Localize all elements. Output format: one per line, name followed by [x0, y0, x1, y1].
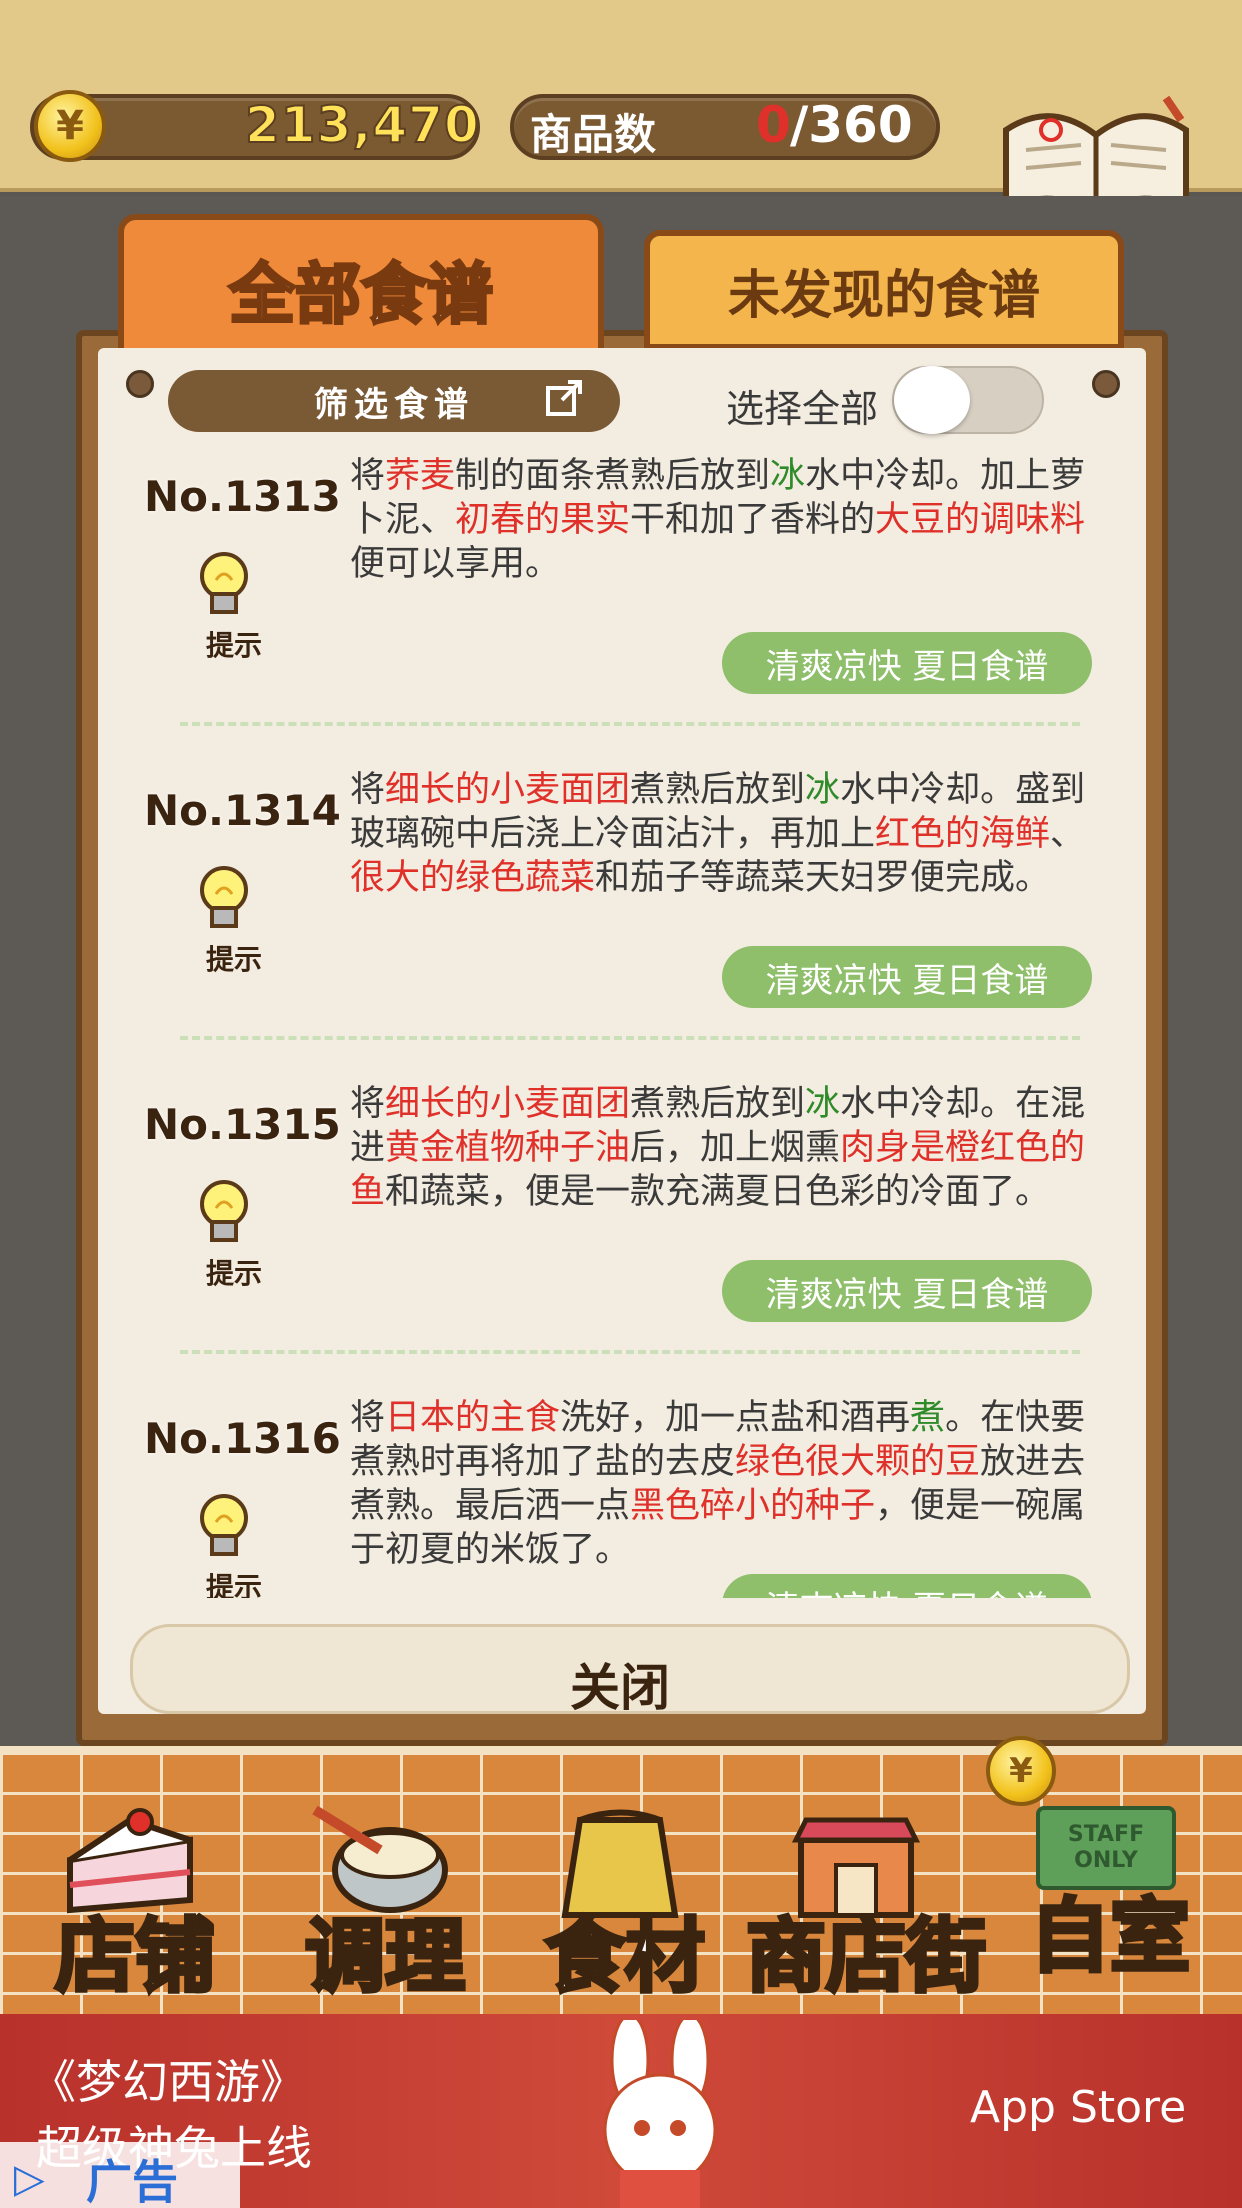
- description-text: 将: [350, 770, 386, 810]
- description-text: 将: [350, 1398, 386, 1438]
- lightbulb-icon[interactable]: [194, 1178, 254, 1248]
- hint-label[interactable]: 提示: [206, 1252, 262, 1292]
- recipe-entry[interactable]: No.1315 提示 将细长的小麦面团煮熟后放到冰水中冷却。在混进黄金植物种子油后，…: [130, 1076, 1110, 1390]
- toggle-knob[interactable]: [894, 366, 970, 434]
- nav-shop[interactable]: 店铺: [20, 1760, 250, 2028]
- ingredient-highlight: 煮: [910, 1398, 946, 1438]
- description-text: 煮熟后放到: [630, 1084, 806, 1124]
- description-text: 洗好，加一点盐和酒再: [560, 1398, 911, 1438]
- close-button[interactable]: 关闭: [520, 1648, 720, 1720]
- description-text: 干和加了香料的: [630, 500, 876, 540]
- ad-title: 《梦幻西游》: [30, 2055, 306, 2109]
- recipe-description: 将荞麦制的面条煮熟后放到冰水中冷却。加上萝卜泥、初春的果实干和加了香料的大豆的调…: [350, 454, 1090, 586]
- nav-my-room-label: 自室: [1028, 1888, 1192, 1985]
- goods-current: 0: [756, 96, 791, 154]
- goods-label: 商品数: [530, 110, 657, 159]
- select-all-toggle[interactable]: [892, 366, 1044, 434]
- ingredient-highlight: 绿色很大颗的豆: [735, 1442, 981, 1482]
- ad-badge-label: 广告: [86, 2155, 178, 2208]
- rabbit-mascot-icon: [603, 2020, 717, 2208]
- app-store-label[interactable]: App Store: [970, 2082, 1186, 2133]
- ingredient-highlight: 细长的小麦面团: [385, 770, 631, 810]
- select-all-label: 选择全部: [726, 387, 879, 431]
- recipe-description: 将日本的主食洗好，加一点盐和酒再煮。在快要煮熟时再将加了盐的去皮绿色很大颗的豆放…: [350, 1396, 1090, 1572]
- pin-icon: [1092, 370, 1120, 398]
- entry-divider: [180, 1036, 1080, 1040]
- ingredient-highlight: 冰: [805, 770, 841, 810]
- coin-icon: ¥: [34, 90, 106, 162]
- ingredient-highlight: 荞麦: [385, 456, 456, 496]
- entry-divider: [180, 722, 1080, 726]
- recipe-entry[interactable]: No.1313 提示 将荞麦制的面条煮熟后放到冰水中冷却。加上萝卜泥、初春的果实干和…: [130, 448, 1110, 762]
- description-text: 将: [350, 456, 386, 496]
- filter-recipes-label: 筛选食谱: [314, 384, 474, 425]
- ingredient-highlight: 细长的小麦面团: [385, 1084, 631, 1124]
- recipe-entry[interactable]: No.1316 提示 将日本的主食洗好，加一点盐和酒再煮。在快要煮熟时再将加了盐的去…: [130, 1390, 1110, 1598]
- goods-total: /360: [790, 96, 913, 154]
- description-text: 将: [350, 1084, 386, 1124]
- ingredient-highlight: 红色的海鲜: [875, 814, 1051, 854]
- ingredient-highlight: 黑色碎小的种子: [630, 1486, 876, 1526]
- ingredient-highlight: 大豆的调味料: [875, 500, 1086, 540]
- lightbulb-icon[interactable]: [194, 1492, 254, 1562]
- nav-shopping-street[interactable]: 商店街: [744, 1760, 988, 2028]
- ingredient-highlight: 黄金植物种子油: [385, 1128, 631, 1168]
- recipe-number: No.1315: [144, 1100, 341, 1149]
- ingredient-highlight: 日本的主食: [385, 1398, 561, 1438]
- money-value: 213,470: [244, 95, 480, 155]
- nav-shopping-street-label: 商店街: [744, 1908, 988, 2005]
- lightbulb-icon[interactable]: [194, 550, 254, 620]
- recipe-number: No.1314: [144, 786, 341, 835]
- nav-ingredients-label: 食材: [543, 1908, 707, 2005]
- tab-undiscovered-recipes[interactable]: 未发现的食谱: [644, 230, 1124, 350]
- description-text: 后，加上烟熏: [630, 1128, 841, 1168]
- nav-my-room[interactable]: 自室: [990, 1770, 1230, 2038]
- lightbulb-icon[interactable]: [194, 864, 254, 934]
- hint-label[interactable]: 提示: [206, 938, 262, 978]
- description-text: 和茄子等蔬菜天妇罗便完成。: [595, 858, 1051, 898]
- ingredient-highlight: 冰: [770, 456, 806, 496]
- hint-label[interactable]: 提示: [206, 1566, 262, 1598]
- description-text: 制的面条煮熟后放到: [455, 456, 771, 496]
- nav-ingredients[interactable]: 食材: [510, 1760, 740, 2028]
- category-tag: 清爽凉快 夏日食谱: [722, 946, 1092, 1008]
- recipe-list[interactable]: No.1313 提示 将荞麦制的面条煮熟后放到冰水中冷却。加上萝卜泥、初春的果实干和…: [130, 448, 1110, 1598]
- recipe-number: No.1313: [144, 472, 341, 521]
- category-tag: 清爽凉快 夏日食谱: [722, 1574, 1092, 1598]
- external-link-icon: [544, 378, 584, 418]
- description-text: 煮熟后放到: [630, 770, 806, 810]
- tab-all-recipes[interactable]: 全部食谱: [118, 214, 604, 364]
- category-tag: 清爽凉快 夏日食谱: [722, 632, 1092, 694]
- ingredient-highlight: 很大的绿色蔬菜: [350, 858, 596, 898]
- recipe-description: 将细长的小麦面团煮熟后放到冰水中冷却。在混进黄金植物种子油后，加上烟熏肉身是橙红…: [350, 1082, 1090, 1214]
- hint-label[interactable]: 提示: [206, 624, 262, 664]
- category-tag: 清爽凉快 夏日食谱: [722, 1260, 1092, 1322]
- recipe-number: No.1316: [144, 1414, 341, 1463]
- play-icon: ▷: [14, 2156, 45, 2202]
- recipe-description: 将细长的小麦面团煮熟后放到冰水中冷却。盛到玻璃碗中后浇上冷面沾汁，再加上红色的海…: [350, 768, 1090, 900]
- nav-cooking-label: 调理: [303, 1908, 467, 2005]
- description-text: 和蔬菜，便是一款充满夏日色彩的冷面了。: [385, 1172, 1051, 1212]
- entry-divider: [180, 1350, 1080, 1354]
- description-text: 便可以享用。: [350, 544, 561, 584]
- nav-shop-label: 店铺: [53, 1908, 217, 2005]
- pin-icon: [126, 370, 154, 398]
- nav-cooking[interactable]: 调理: [270, 1760, 500, 2028]
- description-text: 、: [1050, 814, 1086, 854]
- ingredient-highlight: 初春的果实: [455, 500, 631, 540]
- ingredient-highlight: 冰: [805, 1084, 841, 1124]
- recipe-entry[interactable]: No.1314 提示 将细长的小麦面团煮熟后放到冰水中冷却。盛到玻璃碗中后浇上冷面沾…: [130, 762, 1110, 1076]
